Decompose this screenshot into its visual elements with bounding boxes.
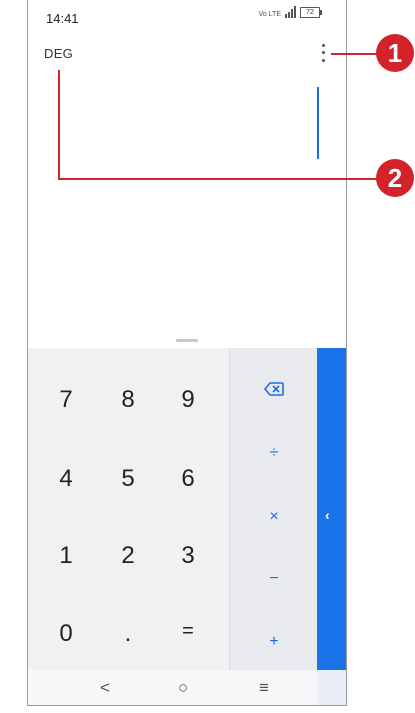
chevron-left-icon: ‹ [325,507,330,523]
keypad: 7 8 9 4 5 6 1 2 3 0 . = ÷ × − + ‹ [28,348,346,670]
more-options-icon[interactable] [316,42,330,64]
add-button[interactable]: + [230,633,318,651]
key-3[interactable]: 3 [168,542,208,570]
key-4[interactable]: 4 [46,465,86,493]
navigation-bar-drawer-area [317,670,346,705]
key-5[interactable]: 5 [108,465,148,493]
home-button[interactable]: ○ [178,678,188,698]
back-button[interactable]: < [100,678,110,698]
multiply-button[interactable]: × [230,508,318,526]
advanced-panel-tab[interactable]: ‹ [317,348,346,670]
battery-icon: 72 [300,7,322,18]
key-8[interactable]: 8 [108,386,148,414]
subtract-button[interactable]: − [230,570,318,588]
backspace-icon[interactable] [230,382,318,401]
volte-icon: Vo LTE [258,11,281,18]
signal-icon [285,6,296,18]
recents-button[interactable]: ≡ [259,678,269,698]
key-1[interactable]: 1 [46,542,86,570]
callout-line-2-horizontal [58,178,378,180]
status-icons: Vo LTE 72 [258,6,322,18]
status-bar: 14:41 Vo LTE 72 [28,0,346,30]
callout-1: 1 [376,34,414,72]
navigation-bar: < ○ ≡ [28,670,346,705]
key-decimal[interactable]: . [108,620,148,648]
callout-line-1 [331,53,377,55]
input-cursor [317,87,319,159]
key-7[interactable]: 7 [46,386,86,414]
drag-handle[interactable] [176,339,198,342]
key-6[interactable]: 6 [168,465,208,493]
key-0[interactable]: 0 [46,620,86,648]
angle-mode-toggle[interactable]: DEG [44,46,73,61]
phone-screen: 14:41 Vo LTE 72 DEG 7 8 9 4 5 6 1 2 3 0 … [27,0,347,706]
callout-2: 2 [376,159,414,197]
operator-pad: ÷ × − + [229,348,318,670]
digit-pad: 7 8 9 4 5 6 1 2 3 0 . = [28,348,229,670]
divide-button[interactable]: ÷ [230,444,318,462]
key-2[interactable]: 2 [108,542,148,570]
key-equals[interactable]: = [168,620,208,643]
callout-line-2-vertical [58,70,60,180]
key-9[interactable]: 9 [168,386,208,414]
status-time: 14:41 [46,11,79,26]
